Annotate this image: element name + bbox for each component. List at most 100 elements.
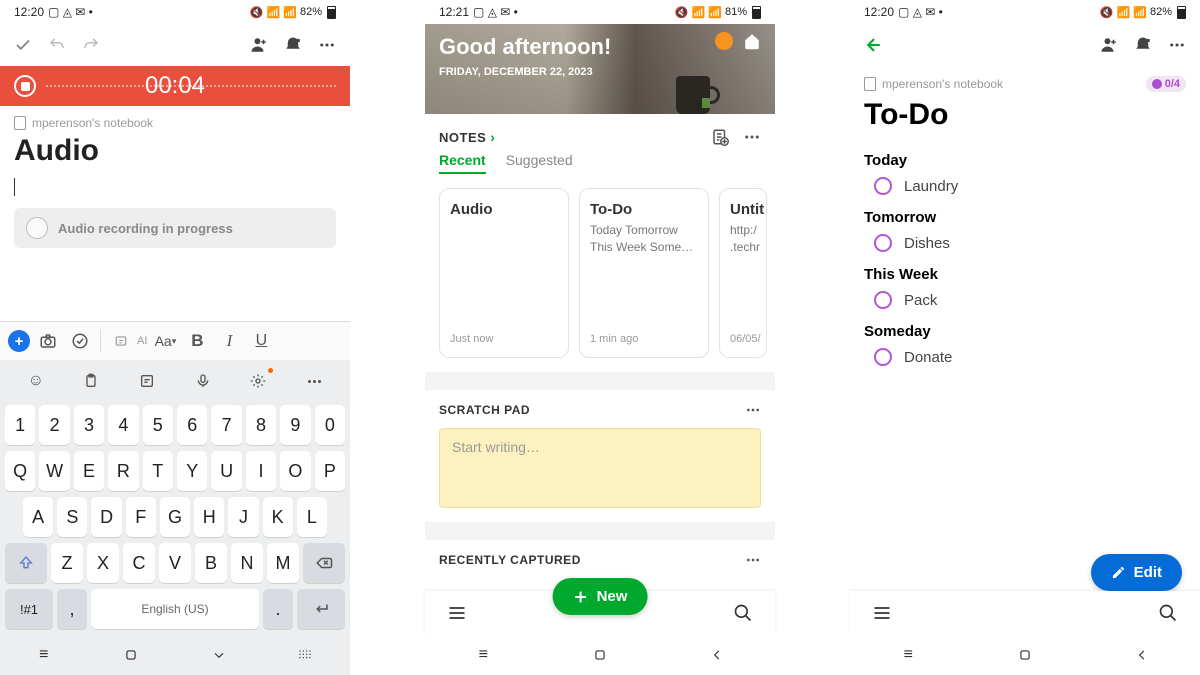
recents-button[interactable]: ≡: [33, 644, 55, 666]
text-extract-icon[interactable]: [136, 370, 158, 392]
notes-label[interactable]: NOTES: [439, 130, 486, 145]
key-3[interactable]: 3: [74, 405, 104, 445]
key-p[interactable]: P: [315, 451, 345, 491]
key-x[interactable]: X: [87, 543, 119, 583]
task-checkbox[interactable]: [874, 177, 892, 195]
more-icon[interactable]: [318, 36, 336, 54]
back-icon[interactable]: [864, 35, 884, 55]
chevron-right-icon[interactable]: ›: [490, 129, 495, 145]
task-checkbox[interactable]: [874, 291, 892, 309]
italic-button[interactable]: I: [215, 327, 243, 355]
new-note-icon[interactable]: [711, 128, 729, 146]
share-person-icon[interactable]: [250, 36, 268, 54]
key-l[interactable]: L: [297, 497, 327, 537]
new-fab[interactable]: New: [553, 578, 648, 615]
note-title[interactable]: Audio: [0, 130, 350, 176]
key-g[interactable]: G: [160, 497, 190, 537]
note-card[interactable]: Untithttp:/ .techr06/05/: [719, 188, 767, 358]
audio-attachment[interactable]: Audio recording in progress: [14, 208, 336, 248]
key-n[interactable]: N: [231, 543, 263, 583]
recents-button[interactable]: ≡: [472, 644, 494, 666]
enter-key[interactable]: [297, 589, 345, 629]
key-r[interactable]: R: [108, 451, 138, 491]
reminder-icon[interactable]: [1134, 36, 1152, 54]
stop-recording-button[interactable]: [14, 75, 36, 97]
search-icon[interactable]: [1158, 603, 1178, 623]
symbols-key[interactable]: !#1: [5, 589, 53, 629]
key-h[interactable]: H: [194, 497, 224, 537]
key-z[interactable]: Z: [51, 543, 83, 583]
key-6[interactable]: 6: [177, 405, 207, 445]
key-d[interactable]: D: [91, 497, 121, 537]
key-w[interactable]: W: [39, 451, 69, 491]
space-key[interactable]: English (US): [91, 589, 259, 629]
key-v[interactable]: V: [159, 543, 191, 583]
notification-dot-icon[interactable]: [715, 32, 733, 50]
notebook-breadcrumb[interactable]: mperenson's notebook: [0, 106, 350, 130]
check-icon[interactable]: [14, 36, 32, 54]
key-y[interactable]: Y: [177, 451, 207, 491]
home-button[interactable]: [120, 644, 142, 666]
camera-icon[interactable]: [34, 327, 62, 355]
tab-suggested[interactable]: Suggested: [506, 152, 573, 174]
shift-key[interactable]: [5, 543, 47, 583]
clipboard-icon[interactable]: [80, 370, 102, 392]
todo-item[interactable]: Laundry: [850, 173, 1200, 203]
more-icon[interactable]: [745, 552, 761, 568]
redo-icon[interactable]: [82, 36, 100, 54]
period-key[interactable]: .: [263, 589, 293, 629]
share-person-icon[interactable]: [1100, 36, 1118, 54]
key-4[interactable]: 4: [108, 405, 138, 445]
key-m[interactable]: M: [267, 543, 299, 583]
key-0[interactable]: 0: [315, 405, 345, 445]
kbd-collapse-button[interactable]: [208, 644, 230, 666]
task-checkbox[interactable]: [874, 348, 892, 366]
home-button[interactable]: [1014, 644, 1036, 666]
backspace-key[interactable]: [303, 543, 345, 583]
menu-icon[interactable]: [872, 603, 892, 623]
back-button[interactable]: [706, 644, 728, 666]
ai-icon[interactable]: [107, 327, 135, 355]
key-5[interactable]: 5: [143, 405, 173, 445]
kbd-more-icon[interactable]: [303, 370, 325, 392]
bold-button[interactable]: B: [183, 327, 211, 355]
more-icon[interactable]: [745, 402, 761, 418]
key-t[interactable]: T: [143, 451, 173, 491]
home-button[interactable]: [589, 644, 611, 666]
settings-icon[interactable]: [247, 370, 269, 392]
note-card[interactable]: AudioJust now: [439, 188, 569, 358]
kbd-switch-button[interactable]: [295, 644, 317, 666]
undo-icon[interactable]: [48, 36, 66, 54]
search-icon[interactable]: [733, 603, 753, 623]
key-s[interactable]: S: [57, 497, 87, 537]
task-checkbox[interactable]: [874, 234, 892, 252]
note-cards[interactable]: AudioJust nowTo-DoToday Tomorrow This We…: [425, 180, 775, 358]
key-j[interactable]: J: [228, 497, 258, 537]
comma-key[interactable]: ,: [57, 589, 87, 629]
task-progress-badge[interactable]: 0/4: [1146, 76, 1186, 92]
back-button[interactable]: [1131, 644, 1153, 666]
key-a[interactable]: A: [23, 497, 53, 537]
todo-item[interactable]: Pack: [850, 287, 1200, 317]
emoji-icon[interactable]: ☺: [25, 370, 47, 392]
key-k[interactable]: K: [263, 497, 293, 537]
task-icon[interactable]: [66, 327, 94, 355]
key-i[interactable]: I: [246, 451, 276, 491]
scratch-pad[interactable]: Start writing…: [439, 428, 761, 508]
more-icon[interactable]: [1168, 36, 1186, 54]
home-widget-icon[interactable]: [743, 32, 761, 50]
key-b[interactable]: B: [195, 543, 227, 583]
menu-icon[interactable]: [447, 603, 467, 623]
key-7[interactable]: 7: [211, 405, 241, 445]
key-q[interactable]: Q: [5, 451, 35, 491]
insert-button[interactable]: +: [8, 330, 30, 352]
key-2[interactable]: 2: [39, 405, 69, 445]
underline-button[interactable]: U: [247, 327, 275, 355]
text-style-button[interactable]: Aa▾: [151, 327, 179, 355]
key-8[interactable]: 8: [246, 405, 276, 445]
key-f[interactable]: F: [126, 497, 156, 537]
edit-fab[interactable]: Edit: [1091, 554, 1182, 591]
notebook-breadcrumb[interactable]: mperenson's notebook: [864, 77, 1003, 91]
todo-item[interactable]: Dishes: [850, 230, 1200, 260]
todo-item[interactable]: Donate: [850, 344, 1200, 374]
